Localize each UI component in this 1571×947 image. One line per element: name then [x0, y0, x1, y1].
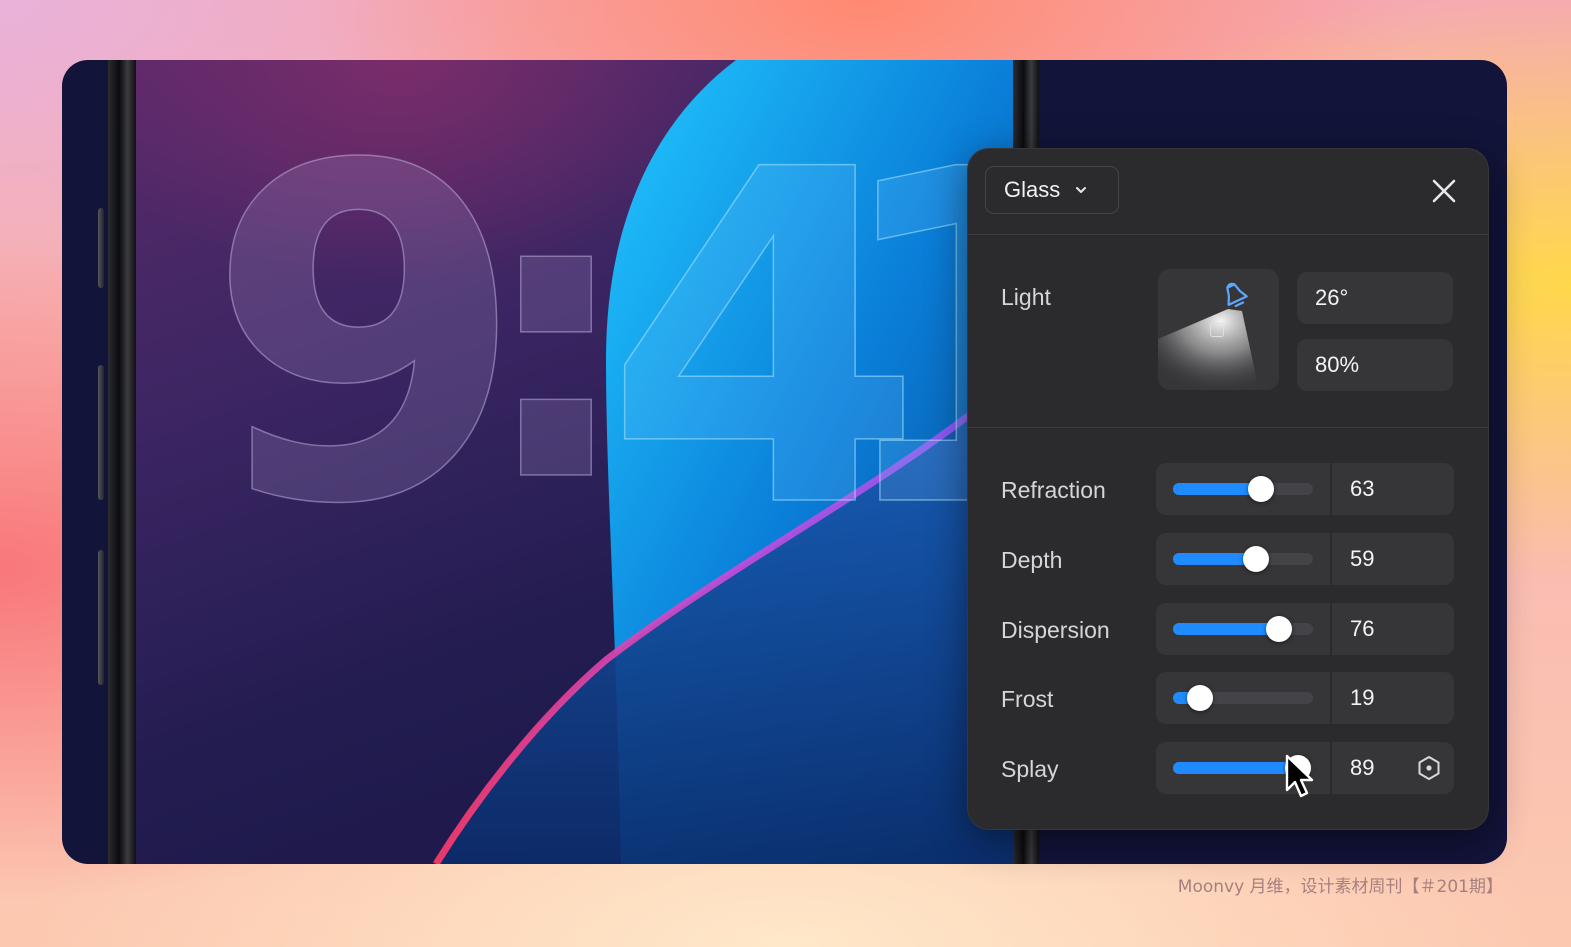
frost-slider-row: 19	[1156, 672, 1454, 724]
hexagon-icon[interactable]	[1416, 755, 1442, 781]
splay-label: Splay	[1001, 756, 1059, 782]
footer-credit: Moonvy 月维，设计素材周刊【＃201期】	[1177, 877, 1503, 897]
depth-slider-row: 59	[1156, 533, 1454, 585]
slider-track	[1173, 476, 1313, 502]
refraction-value-field[interactable]: 63	[1332, 463, 1454, 515]
slider-track	[1173, 616, 1313, 642]
glass-settings-panel: Glass Light 26° 80% Refraction 63 Depth …	[967, 148, 1489, 830]
phone-side-button	[98, 365, 104, 500]
depth-value-field[interactable]: 59	[1332, 533, 1454, 585]
slider-thumb[interactable]	[1266, 616, 1293, 642]
phone-wallpaper: 9 : 4 1	[136, 60, 1013, 864]
light-intensity-field[interactable]: 80%	[1297, 339, 1453, 391]
dispersion-slider-row: 76	[1156, 603, 1454, 655]
slider-fill	[1173, 762, 1298, 774]
material-dropdown[interactable]: Glass	[985, 166, 1119, 214]
panel-divider	[967, 427, 1489, 428]
phone-frame-left	[108, 60, 136, 864]
slider-thumb[interactable]	[1186, 685, 1213, 711]
refraction-label: Refraction	[1001, 477, 1106, 503]
light-label: Light	[1001, 284, 1051, 310]
slider-thumb[interactable]	[1248, 476, 1275, 502]
close-icon[interactable]	[1429, 176, 1459, 206]
frost-value-field[interactable]: 19	[1332, 672, 1454, 724]
chevron-down-icon	[1076, 187, 1087, 193]
slider-fill	[1173, 623, 1280, 635]
phone-side-button	[98, 550, 104, 685]
light-source-icon[interactable]	[1218, 279, 1254, 315]
panel-divider	[967, 234, 1489, 235]
light-angle-field[interactable]: 26°	[1297, 272, 1453, 324]
light-target-handle[interactable]	[1210, 323, 1224, 337]
frost-label: Frost	[1001, 686, 1054, 712]
phone-side-button	[98, 208, 104, 288]
refraction-slider[interactable]	[1156, 463, 1330, 515]
material-dropdown-label: Glass	[1004, 177, 1061, 202]
dispersion-value-field[interactable]: 76	[1332, 603, 1454, 655]
refraction-slider-row: 63	[1156, 463, 1454, 515]
slider-track	[1173, 546, 1313, 572]
slider-track	[1173, 685, 1313, 711]
splay-value: 89	[1350, 755, 1375, 780]
light-direction-control[interactable]	[1158, 269, 1279, 390]
splay-value-field[interactable]: 89	[1332, 742, 1454, 794]
depth-label: Depth	[1001, 547, 1063, 573]
depth-slider[interactable]	[1156, 533, 1330, 585]
dispersion-slider[interactable]	[1156, 603, 1330, 655]
frost-slider[interactable]	[1156, 672, 1330, 724]
slider-thumb[interactable]	[1242, 546, 1269, 572]
mouse-cursor-icon	[1285, 754, 1314, 798]
dispersion-label: Dispersion	[1001, 617, 1110, 643]
